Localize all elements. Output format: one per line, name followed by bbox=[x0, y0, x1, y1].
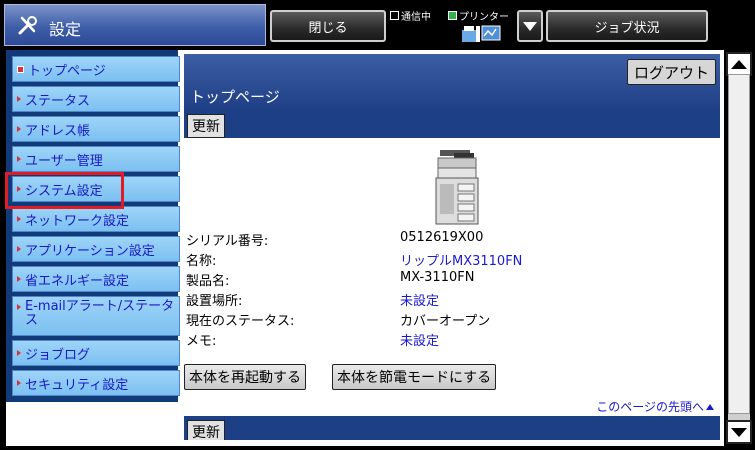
sidebar-item-status[interactable]: ステータス bbox=[12, 86, 180, 112]
bullet-arrow-icon bbox=[17, 246, 21, 252]
printer-status-light-icon bbox=[448, 11, 457, 20]
info-value: 0512619X00 bbox=[400, 230, 484, 245]
content-area: ログアウト トップページ 更新 シリアル番号: 0512619X00 名称: リ… bbox=[184, 54, 720, 440]
info-row-memo: メモ: 未設定 bbox=[186, 330, 439, 350]
top-bar: 設定 閉じる 通信中 プリンター ジョブ状況 bbox=[0, 0, 755, 50]
sidebar-item-label: トップページ bbox=[28, 63, 106, 79]
restart-button[interactable]: 本体を再起動する bbox=[184, 364, 306, 390]
communicating-label: 通信中 bbox=[401, 12, 431, 23]
printer-indicator: プリンター bbox=[448, 8, 509, 23]
sidebar-item-label: アドレス帳 bbox=[25, 123, 91, 139]
sidebar-item-label: ユーザー管理 bbox=[25, 153, 103, 169]
power-save-button[interactable]: 本体を節電モードにする bbox=[332, 364, 497, 390]
sidebar-item-label: ネットワーク設定 bbox=[25, 213, 130, 229]
info-row-status: 現在のステータス: カバーオープン bbox=[186, 310, 490, 330]
memo-link[interactable]: 未設定 bbox=[400, 330, 439, 350]
sidebar-item-label: アプリケーション設定 bbox=[25, 243, 155, 259]
page-header: ログアウト トップページ bbox=[184, 54, 720, 110]
sidebar-item-email-alert[interactable]: E-mailアラート/ステータス bbox=[12, 296, 180, 336]
sidebar-item-application-settings[interactable]: アプリケーション設定 bbox=[12, 236, 180, 262]
sidebar-item-label: セキュリティ設定 bbox=[25, 377, 129, 393]
refresh-button[interactable]: 更新 bbox=[187, 114, 225, 138]
sidebar-item-job-log[interactable]: ジョブログ bbox=[12, 340, 180, 366]
bullet-arrow-icon bbox=[17, 126, 21, 132]
info-label: 設置場所: bbox=[186, 294, 243, 309]
status-area: 通信中 プリンター bbox=[390, 6, 514, 46]
selection-highlight bbox=[5, 172, 124, 209]
bullet-arrow-icon bbox=[17, 216, 21, 222]
scroll-down-button[interactable] bbox=[726, 420, 752, 444]
refresh-button-bottom[interactable]: 更新 bbox=[187, 420, 225, 440]
arrow-up-icon bbox=[731, 59, 747, 69]
sidebar-item-top-page[interactable]: トップページ bbox=[12, 56, 180, 82]
sidebar-item-label: 省エネルギー設定 bbox=[25, 273, 130, 289]
info-value: カバーオープン bbox=[400, 314, 491, 329]
location-link[interactable]: 未設定 bbox=[400, 290, 439, 310]
multifunction-printer-image bbox=[435, 150, 479, 225]
info-label: 現在のステータス: bbox=[186, 314, 295, 329]
refresh-bar-bottom: 更新 bbox=[184, 416, 720, 440]
printer-activity-icon bbox=[462, 25, 501, 42]
sidebar-item-network-settings[interactable]: ネットワーク設定 bbox=[12, 206, 180, 232]
to-top-link[interactable]: このページの先頭へ bbox=[596, 398, 714, 415]
device-name-link[interactable]: リップルMX3110FN bbox=[400, 250, 522, 270]
info-row-location: 設置場所: 未設定 bbox=[186, 290, 439, 310]
job-status-button[interactable]: ジョブ状況 bbox=[546, 10, 708, 42]
sidebar-item-security-settings[interactable]: セキュリティ設定 bbox=[12, 370, 180, 396]
info-row-product: 製品名: MX-3110FN bbox=[186, 270, 474, 290]
refresh-bar: 更新 bbox=[184, 110, 720, 138]
vertical-scrollbar bbox=[724, 50, 755, 450]
sidebar: トップページ ステータス アドレス帳 ユーザー管理 システム設定 ネットワーク設… bbox=[6, 50, 180, 402]
bullet-arrow-icon bbox=[17, 380, 21, 386]
screen-title: 設定 bbox=[49, 20, 82, 39]
sidebar-item-address-book[interactable]: アドレス帳 bbox=[12, 116, 180, 142]
arrow-down-icon bbox=[731, 427, 747, 437]
bullet-arrow-icon bbox=[17, 276, 21, 282]
info-label: メモ: bbox=[186, 334, 217, 349]
arrow-up-icon bbox=[706, 403, 714, 410]
info-value: MX-3110FN bbox=[400, 270, 475, 285]
status-dropdown-button[interactable] bbox=[517, 10, 543, 42]
info-row-name: 名称: リップルMX3110FN bbox=[186, 250, 522, 270]
logout-button[interactable]: ログアウト bbox=[626, 59, 716, 85]
to-top-label: このページの先頭へ bbox=[596, 400, 704, 414]
bullet-arrow-icon bbox=[17, 96, 21, 102]
scroll-thumb[interactable] bbox=[728, 74, 750, 414]
title-area: 設定 bbox=[4, 4, 266, 46]
bullet-arrow-icon bbox=[17, 156, 21, 162]
bullet-arrow-icon bbox=[17, 350, 21, 356]
chevron-down-icon bbox=[523, 21, 537, 31]
sidebar-item-label: ジョブログ bbox=[25, 347, 91, 363]
sidebar-item-energy-saving[interactable]: 省エネルギー設定 bbox=[12, 266, 180, 292]
wrench-icon bbox=[18, 16, 37, 35]
scroll-up-button[interactable] bbox=[726, 52, 752, 76]
bullet-square-icon bbox=[17, 65, 24, 73]
sidebar-item-label: E-mailアラート/ステータス bbox=[25, 299, 175, 328]
sidebar-item-user-management[interactable]: ユーザー管理 bbox=[12, 146, 180, 172]
communicating-indicator: 通信中 bbox=[390, 8, 431, 23]
page-title: トップページ bbox=[190, 88, 280, 106]
checkbox-icon bbox=[390, 11, 399, 20]
close-button[interactable]: 閉じる bbox=[270, 10, 386, 42]
printer-label: プリンター bbox=[459, 12, 509, 23]
sidebar-item-label: ステータス bbox=[25, 93, 91, 109]
info-label: シリアル番号: bbox=[186, 234, 269, 249]
info-label: 製品名: bbox=[186, 274, 230, 289]
info-row-serial: シリアル番号: 0512619X00 bbox=[186, 230, 483, 250]
info-label: 名称: bbox=[186, 254, 217, 269]
bullet-arrow-icon bbox=[17, 304, 21, 310]
